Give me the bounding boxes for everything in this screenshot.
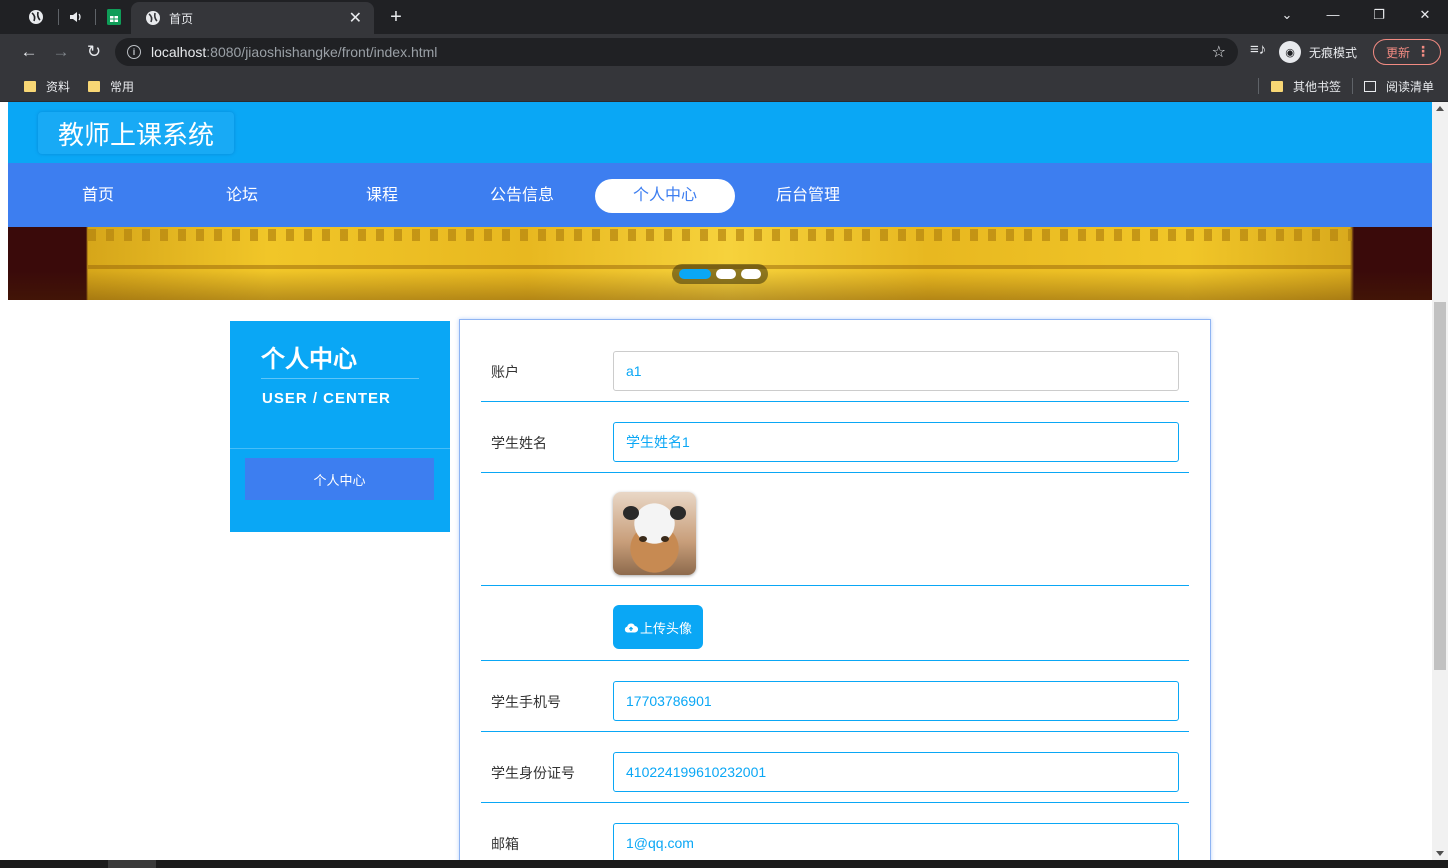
sidebar-subtitle: USER / CENTER xyxy=(262,390,391,407)
bookmark-star-icon[interactable]: ☆ xyxy=(1212,42,1226,62)
reading-list-icon xyxy=(1364,80,1376,92)
page-viewport: 教师上课系统 首页 论坛 课程 公告信息 个人中心 后台管理 个人中心 USER… xyxy=(8,102,1432,860)
site-info-icon[interactable]: i xyxy=(127,45,141,59)
carousel-indicators xyxy=(672,264,768,284)
account-label: 账户 xyxy=(491,364,519,380)
idcard-field[interactable]: 410224199610232001 xyxy=(613,752,1179,792)
reading-list[interactable]: 阅读清单 xyxy=(1364,77,1434,95)
os-taskbar xyxy=(0,860,1448,868)
tab-search-icon[interactable]: ⌄ xyxy=(1272,4,1302,26)
form-row-avatar xyxy=(481,473,1189,586)
scroll-up-icon[interactable] xyxy=(1436,106,1444,111)
page-scrollbar[interactable] xyxy=(1432,102,1448,860)
more-menu-icon[interactable]: ⋮ xyxy=(1416,43,1430,60)
forward-icon[interactable]: → xyxy=(48,40,74,64)
main-nav: 首页 论坛 课程 公告信息 个人中心 后台管理 xyxy=(8,163,1432,227)
nav-home[interactable]: 首页 xyxy=(28,179,168,213)
avatar-ear xyxy=(670,506,686,520)
form-row-idcard: 学生身份证号 410224199610232001 xyxy=(481,732,1189,803)
name-field[interactable]: 学生姓名1 xyxy=(613,422,1179,462)
media-control-icon[interactable]: ≡♪ xyxy=(1250,41,1266,58)
bookmark-folder[interactable]: 常用 xyxy=(88,77,134,95)
nav-admin[interactable]: 后台管理 xyxy=(738,179,878,213)
address-bar[interactable]: i localhost:8080/jiaoshishangke/front/in… xyxy=(115,38,1238,66)
form-row-account: 账户 a1 xyxy=(481,320,1189,402)
scroll-down-icon[interactable] xyxy=(1436,851,1444,856)
carousel-dot[interactable] xyxy=(741,269,761,279)
form-row-upload: 上传头像 xyxy=(481,586,1189,661)
email-field[interactable]: 1@qq.com xyxy=(613,823,1179,860)
reload-icon[interactable]: ↻ xyxy=(81,40,107,64)
user-center-sidebar: 个人中心 USER / CENTER 个人中心 xyxy=(230,321,450,532)
nav-announcements[interactable]: 公告信息 xyxy=(452,179,592,213)
tab-separator xyxy=(95,9,96,25)
sidebar-divider xyxy=(230,448,450,449)
update-button[interactable]: 更新 ⋮ xyxy=(1373,39,1441,65)
carousel-dot[interactable] xyxy=(716,269,736,279)
banner-wall-decoration xyxy=(88,229,1352,241)
form-row-phone: 学生手机号 17703786901 xyxy=(481,661,1189,732)
form-row-name: 学生姓名 学生姓名1 xyxy=(481,402,1189,473)
globe-icon[interactable] xyxy=(19,4,53,30)
phone-field[interactable]: 17703786901 xyxy=(613,681,1179,721)
site-header: 教师上课系统 xyxy=(8,102,1432,163)
bookmark-folder[interactable]: 资料 xyxy=(24,77,70,95)
avatar-ear xyxy=(623,506,639,520)
account-field[interactable]: a1 xyxy=(613,351,1179,391)
browser-toolbar: ← → ↻ i localhost:8080/jiaoshishangke/fr… xyxy=(0,34,1448,70)
nav-user-center[interactable]: 个人中心 xyxy=(595,179,735,213)
folder-icon xyxy=(88,80,100,92)
cloud-upload-icon xyxy=(624,623,638,632)
new-tab-icon[interactable]: + xyxy=(384,5,408,29)
form-row-email: 邮箱 1@qq.com xyxy=(481,803,1189,860)
sidebar-title: 个人中心 xyxy=(261,346,357,373)
sidebar-title-divider xyxy=(261,378,419,379)
other-bookmarks[interactable]: 其他书签 xyxy=(1271,77,1341,95)
active-tab[interactable]: 首页 ✕ xyxy=(131,2,374,34)
idcard-label: 学生身份证号 xyxy=(491,765,575,781)
folder-icon xyxy=(24,80,36,92)
carousel-dot[interactable] xyxy=(679,269,711,279)
nav-forum[interactable]: 论坛 xyxy=(172,179,312,213)
url-text[interactable]: localhost:8080/jiaoshishangke/front/inde… xyxy=(151,44,1212,60)
site-logo[interactable]: 教师上课系统 xyxy=(38,112,234,154)
close-window-icon[interactable]: ✕ xyxy=(1410,4,1440,26)
avatar-eye xyxy=(661,536,669,542)
scrollbar-thumb[interactable] xyxy=(1434,302,1446,670)
tab-title: 首页 xyxy=(169,11,194,26)
restore-icon[interactable]: ❐ xyxy=(1364,4,1394,26)
sidebar-item-user-center[interactable]: 个人中心 xyxy=(245,458,434,500)
phone-label: 学生手机号 xyxy=(491,694,561,710)
sheets-icon[interactable] xyxy=(97,4,131,30)
bookmark-separator xyxy=(1352,78,1353,94)
incognito-icon: ◉ xyxy=(1279,41,1301,63)
taskbar-active-app[interactable] xyxy=(108,860,156,868)
speaker-icon[interactable] xyxy=(59,4,93,30)
minimize-icon[interactable]: — xyxy=(1318,4,1348,26)
email-label: 邮箱 xyxy=(491,836,519,852)
upload-avatar-button[interactable]: 上传头像 xyxy=(613,605,703,649)
carousel-banner xyxy=(8,227,1432,300)
browser-tabstrip: 首页 ✕ + ⌄ — ❐ ✕ xyxy=(0,0,1448,34)
avatar xyxy=(613,492,696,575)
tab-globe-icon xyxy=(146,11,160,25)
nav-courses[interactable]: 课程 xyxy=(312,179,452,213)
bookmarks-bar: 资料 常用 其他书签 阅读清单 xyxy=(0,70,1448,102)
profile-form: 账户 a1 学生姓名 学生姓名1 上传头像 学生手机号 17703786901 xyxy=(459,319,1211,860)
back-icon[interactable]: ← xyxy=(16,40,42,64)
folder-icon xyxy=(1271,80,1283,92)
bookmark-separator xyxy=(1258,78,1259,94)
name-label: 学生姓名 xyxy=(491,435,547,451)
avatar-eye xyxy=(639,536,647,542)
close-tab-icon[interactable]: ✕ xyxy=(349,8,362,28)
incognito-indicator[interactable]: ◉ 无痕模式 xyxy=(1279,39,1357,65)
